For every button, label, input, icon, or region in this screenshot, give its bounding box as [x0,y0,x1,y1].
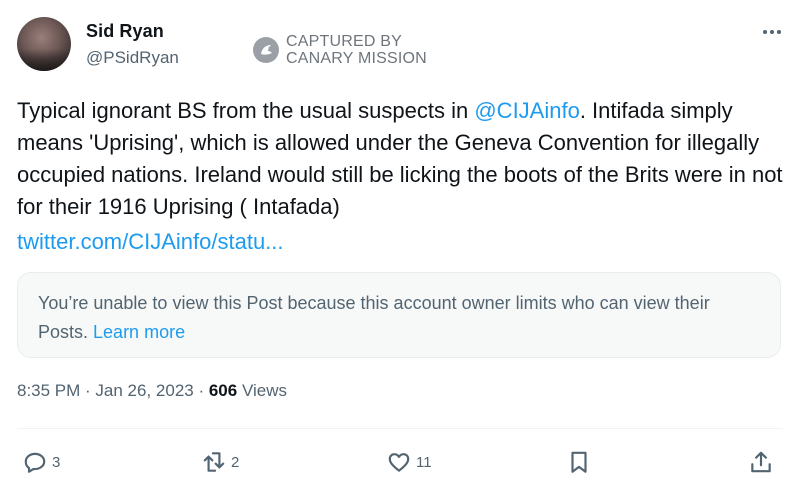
unavailable-post-notice: You’re unable to view this Post because … [17,272,781,358]
views-count: 606 [208,381,238,400]
mention-link[interactable]: @CIJAinfo [474,98,579,123]
avatar-shade [17,49,71,71]
learn-more-link[interactable]: Learn more [93,322,185,342]
post-meta: 8:35 PM · Jan 26, 2023 · 606 Views [17,381,287,401]
author-display-name[interactable]: Sid Ryan [86,21,164,42]
like-count: 11 [416,453,432,471]
stamp-line-2: CANARY MISSION [286,50,427,67]
reply-icon [24,452,46,473]
repost-icon [203,452,225,472]
more-icon[interactable] [760,22,784,42]
reply-button[interactable]: 3 [22,449,60,475]
repost-button[interactable]: 2 [201,449,239,475]
capture-stamp: CAPTURED BY CANARY MISSION [252,33,427,67]
post-date[interactable]: Jan 26, 2023 [95,381,193,400]
stamp-line-1: CAPTURED BY [286,33,402,50]
avatar[interactable] [17,17,71,71]
bookmark-icon [571,451,587,473]
divider [17,428,783,429]
repost-count: 2 [231,453,240,471]
canary-mission-icon [253,37,279,63]
share-icon [751,451,771,473]
like-button[interactable]: 11 [386,449,432,475]
post-time[interactable]: 8:35 PM [17,381,80,400]
meta-separator: · [80,381,96,400]
views-label: Views [237,381,287,400]
post-text: Typical ignorant BS from the usual suspe… [17,95,787,223]
share-button[interactable] [748,449,774,475]
bookmark-button[interactable] [566,449,592,475]
stamp-text: CAPTURED BY CANARY MISSION [286,33,427,67]
meta-separator-2: · [193,381,209,400]
author-handle[interactable]: @PSidRyan [86,48,179,68]
like-icon [388,453,410,472]
post-link[interactable]: twitter.com/CIJAinfo/statu... [17,227,284,257]
post-text-start: Typical ignorant BS from the usual suspe… [17,98,475,123]
tweet-card: Sid Ryan @PSidRyan CAPTURED BY CANARY MI… [0,0,800,497]
reply-count: 3 [52,453,61,471]
